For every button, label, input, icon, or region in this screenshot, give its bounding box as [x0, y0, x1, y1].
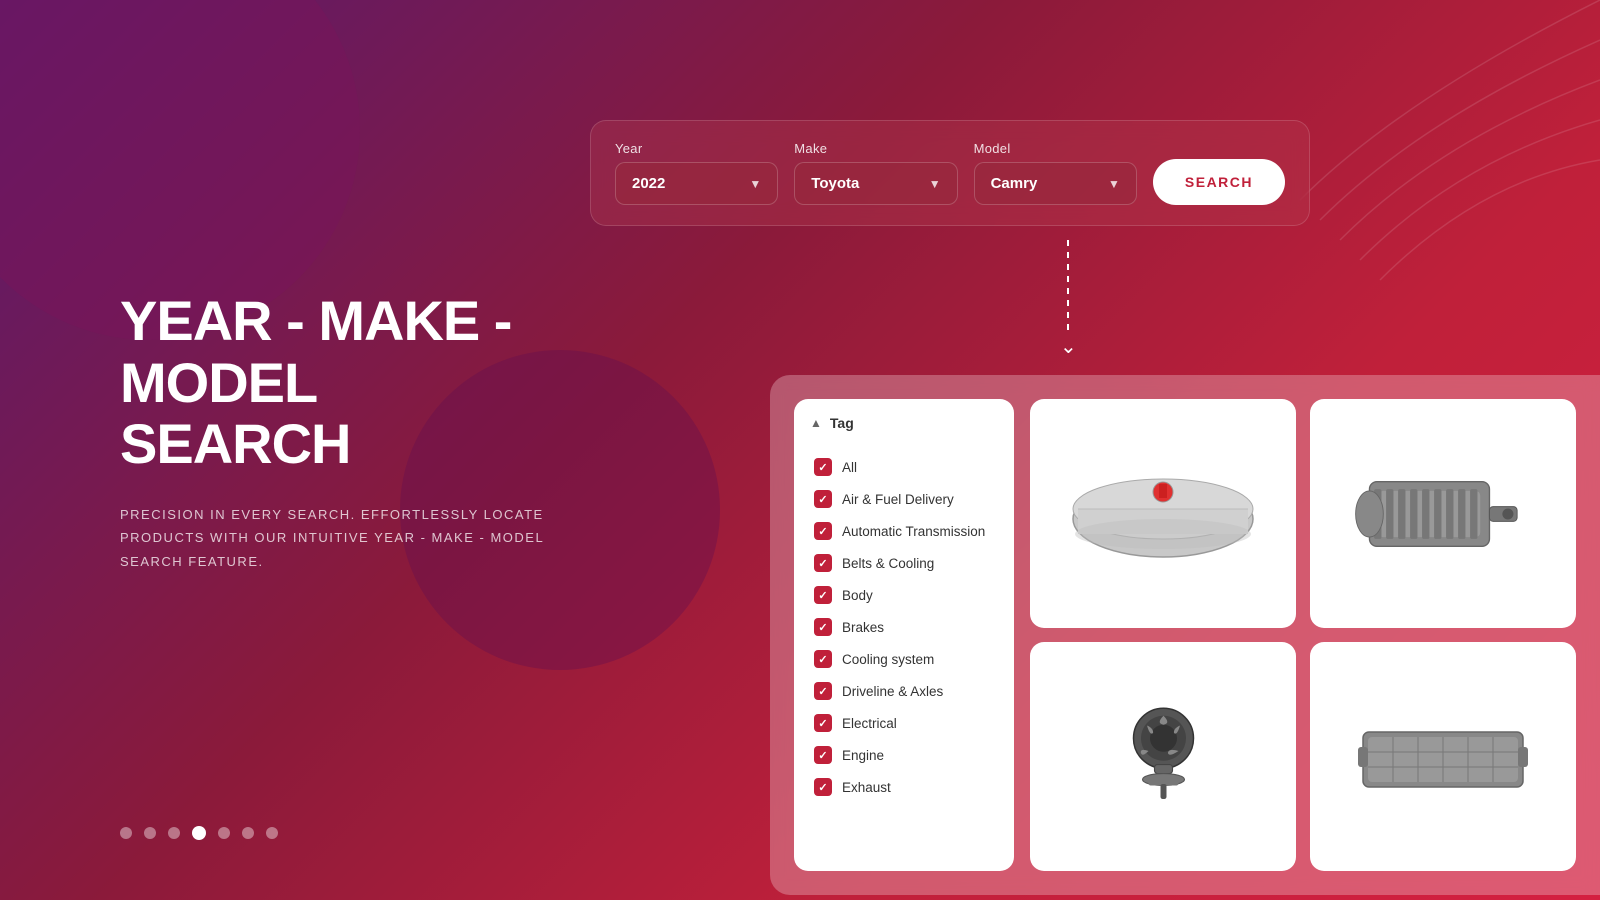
- arrow-down-icon: ⌄: [1060, 334, 1077, 359]
- tag-all-checkbox: ✓: [814, 458, 832, 476]
- model-select[interactable]: Camry ▼: [974, 162, 1137, 205]
- tag-cooling-checkbox: ✓: [814, 650, 832, 668]
- year-label: Year: [615, 141, 778, 156]
- tag-driveline-label: Driveline & Axles: [842, 684, 943, 699]
- tag-belts-cooling-label: Belts & Cooling: [842, 556, 934, 571]
- tag-body-checkbox: ✓: [814, 586, 832, 604]
- tag-belts-cooling[interactable]: ✓ Belts & Cooling: [810, 547, 998, 579]
- tag-engine[interactable]: ✓ Engine: [810, 739, 998, 771]
- year-field: Year 2022 ▼: [615, 141, 778, 205]
- thermostat-image: [1042, 654, 1284, 859]
- tag-brakes-checkbox: ✓: [814, 618, 832, 636]
- tag-auto-trans[interactable]: ✓ Automatic Transmission: [810, 515, 998, 547]
- tag-filter-header: ▲ Tag: [810, 415, 998, 439]
- tag-body[interactable]: ✓ Body: [810, 579, 998, 611]
- tag-all[interactable]: ✓ All: [810, 451, 998, 483]
- year-value: 2022: [632, 175, 665, 192]
- chevron-up-icon: ▲: [810, 416, 822, 430]
- model-chevron-icon: ▼: [1108, 177, 1120, 191]
- make-field: Make Toyota ▼: [794, 141, 957, 205]
- dot-1[interactable]: [120, 827, 132, 839]
- battery-image: [1322, 654, 1564, 859]
- tag-air-fuel[interactable]: ✓ Air & Fuel Delivery: [810, 483, 998, 515]
- year-chevron-icon: ▼: [749, 177, 761, 191]
- hero-title: YEAR - MAKE - MODEL SEARCH: [120, 290, 680, 475]
- tag-filter: ▲ Tag ✓ All ✓ Air & Fuel Delivery ✓ Auto…: [794, 399, 1014, 871]
- tag-exhaust-checkbox: ✓: [814, 778, 832, 796]
- tag-brakes[interactable]: ✓ Brakes: [810, 611, 998, 643]
- product-card-thermostat[interactable]: [1030, 642, 1296, 871]
- tag-cooling-label: Cooling system: [842, 652, 934, 667]
- tag-driveline[interactable]: ✓ Driveline & Axles: [810, 675, 998, 707]
- dot-6[interactable]: [242, 827, 254, 839]
- search-button[interactable]: SEARCH: [1153, 159, 1285, 205]
- model-field: Model Camry ▼: [974, 141, 1137, 205]
- main-content: Year 2022 ▼ Make Toyota ▼ Model Camry ▼: [0, 0, 1600, 900]
- hero-text: YEAR - MAKE - MODEL SEARCH PRECISION IN …: [120, 290, 680, 573]
- tag-engine-checkbox: ✓: [814, 746, 832, 764]
- search-bar-inner: Year 2022 ▼ Make Toyota ▼ Model Camry ▼: [615, 141, 1285, 205]
- products-grid: [1030, 399, 1576, 871]
- tag-header-label: Tag: [830, 415, 854, 431]
- tag-exhaust-label: Exhaust: [842, 780, 891, 795]
- tag-electrical-label: Electrical: [842, 716, 897, 731]
- tag-air-fuel-label: Air & Fuel Delivery: [842, 492, 954, 507]
- product-card-battery[interactable]: [1310, 642, 1576, 871]
- fuel-tank-image: [1042, 411, 1284, 616]
- make-chevron-icon: ▼: [929, 177, 941, 191]
- hero-subtitle: PRECISION IN EVERY SEARCH. EFFORTLESSLY …: [120, 503, 680, 573]
- tag-electrical[interactable]: ✓ Electrical: [810, 707, 998, 739]
- dot-3[interactable]: [168, 827, 180, 839]
- tag-auto-trans-label: Automatic Transmission: [842, 524, 985, 539]
- product-card-fuel-tank[interactable]: [1030, 399, 1296, 628]
- dashed-arrow: ⌄: [1060, 240, 1077, 359]
- tag-electrical-checkbox: ✓: [814, 714, 832, 732]
- tag-all-label: All: [842, 460, 857, 475]
- product-card-transmission[interactable]: [1310, 399, 1576, 628]
- make-select[interactable]: Toyota ▼: [794, 162, 957, 205]
- tag-cooling[interactable]: ✓ Cooling system: [810, 643, 998, 675]
- transmission-image: [1322, 411, 1564, 616]
- tag-belts-cooling-checkbox: ✓: [814, 554, 832, 572]
- dashed-line: [1067, 240, 1069, 330]
- search-bar-container: Year 2022 ▼ Make Toyota ▼ Model Camry ▼: [590, 120, 1310, 226]
- dot-4-active[interactable]: [192, 826, 206, 840]
- tag-engine-label: Engine: [842, 748, 884, 763]
- model-label: Model: [974, 141, 1137, 156]
- tag-air-fuel-checkbox: ✓: [814, 490, 832, 508]
- dot-5[interactable]: [218, 827, 230, 839]
- tag-exhaust[interactable]: ✓ Exhaust: [810, 771, 998, 803]
- tag-auto-trans-checkbox: ✓: [814, 522, 832, 540]
- year-select[interactable]: 2022 ▼: [615, 162, 778, 205]
- tag-brakes-label: Brakes: [842, 620, 884, 635]
- tag-driveline-checkbox: ✓: [814, 682, 832, 700]
- tag-body-label: Body: [842, 588, 873, 603]
- dot-7[interactable]: [266, 827, 278, 839]
- results-panel: ▲ Tag ✓ All ✓ Air & Fuel Delivery ✓ Auto…: [770, 375, 1600, 895]
- dot-2[interactable]: [144, 827, 156, 839]
- make-label: Make: [794, 141, 957, 156]
- make-value: Toyota: [811, 175, 859, 192]
- pagination-dots: [120, 826, 278, 840]
- model-value: Camry: [991, 175, 1038, 192]
